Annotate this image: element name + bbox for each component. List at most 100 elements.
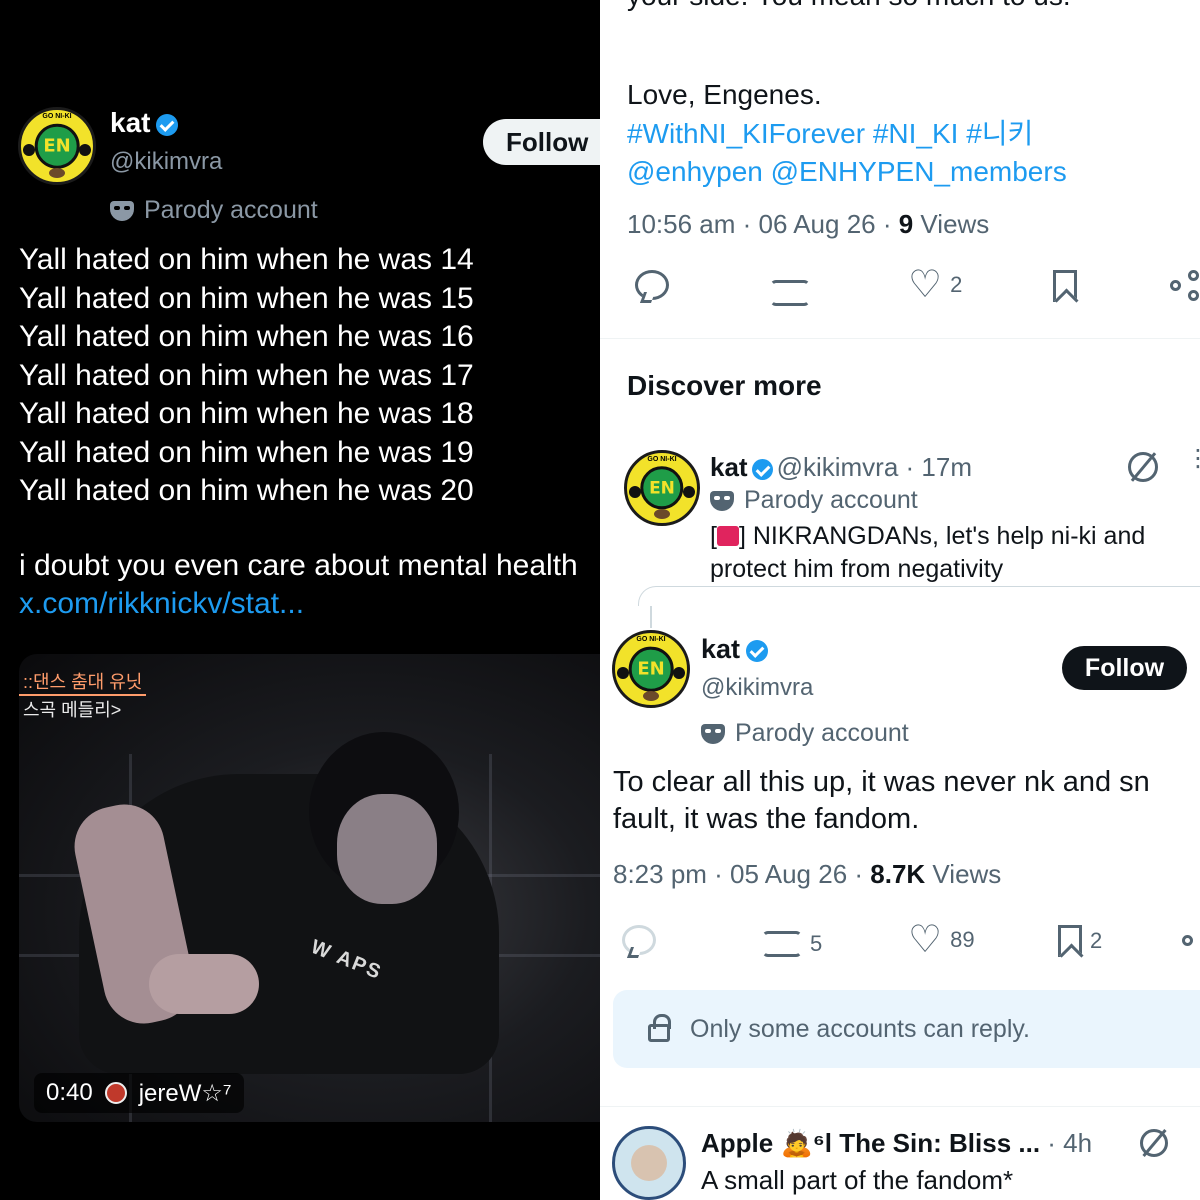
tweet-line: Yall hated on him when he was 20 (19, 474, 474, 507)
main-tweet-text: To clear all this up, it was never nk an… (613, 766, 1150, 835)
parody-mask-icon (110, 200, 134, 221)
author-name[interactable]: kat (110, 107, 179, 139)
video-person-hand (149, 954, 259, 1014)
share-dot (1170, 280, 1181, 291)
parody-label-text: Parody account (744, 486, 918, 514)
avatar-ear (617, 667, 629, 679)
left-screenshot-panel: GO NI-KI EN kat @kikimvra Follow Parody … (0, 0, 600, 1200)
retweet-icon (770, 280, 810, 306)
tweet-mentions[interactable]: @enhypen @ENHYPEN_members (627, 153, 1067, 192)
avatar-top-text: GO NI-KI (42, 113, 72, 120)
reply-button[interactable] (622, 925, 656, 955)
tweet-cut-text: your side. You mean so much to us. (627, 0, 1071, 14)
tweet-tail: i doubt you even care about mental healt… (19, 549, 578, 582)
quoted-card-edge (638, 586, 1200, 606)
retweet-count: 5 (810, 931, 823, 956)
parody-mask-icon (701, 723, 725, 744)
reply-time: · 4h (1040, 1128, 1093, 1158)
share-dot (1182, 935, 1193, 946)
avatar-mascot (654, 509, 670, 519)
verified-badge-icon (156, 113, 179, 136)
tweet-line: Yall hated on him when he was 15 (19, 281, 474, 315)
views-count: 9 (898, 209, 914, 239)
avatar-ear (629, 486, 641, 498)
tweet-timestamp[interactable]: 10:56 am · 06 Aug 26 · (627, 209, 899, 239)
reply-author-avatar[interactable] (612, 1126, 686, 1200)
reply-icon (622, 925, 656, 955)
share-button[interactable] (1170, 270, 1200, 301)
reply-restriction-notice: Only some accounts can reply. (613, 990, 1200, 1068)
video-player[interactable]: W APS ::댄스 춤대 유닛 스곡 메들리> 0:40 jereW☆⁷ (19, 654, 600, 1122)
bookmark-count: 2 (1090, 928, 1103, 953)
bookmark-button[interactable]: 2 (1058, 925, 1102, 957)
video-duration-overlay: 0:40 jereW☆⁷ (34, 1073, 244, 1113)
like-button[interactable]: ♡ 89 (908, 919, 975, 961)
video-duration: 0:40 (46, 1079, 93, 1106)
avatar-top-text: GO NI-KI (636, 636, 666, 643)
avatar-mascot (643, 691, 659, 701)
more-options-icon[interactable]: ⋮ (1186, 447, 1200, 471)
discover-parody-label: Parody account (710, 486, 918, 515)
uploader-avatar-icon (104, 1082, 127, 1104)
author-avatar[interactable]: GO NI-KI EN (18, 107, 96, 185)
main-tweet-meta: 8:23 pm · 05 Aug 26 · 8.7K Views (613, 859, 1001, 890)
retweet-button[interactable]: 5 (762, 931, 822, 957)
like-count: 89 (950, 927, 975, 952)
divider (600, 1106, 1200, 1107)
tweet-actions-bar: ♡ 2 (630, 264, 1200, 320)
siren-emoji-icon (716, 526, 739, 546)
tweet-line: Yall hated on him when he was 16 (19, 320, 474, 353)
discover-handle-time: @kikimvra · 17m (776, 452, 972, 482)
follow-button[interactable]: Follow (483, 119, 600, 165)
follow-button[interactable]: Follow (1062, 646, 1187, 690)
avatar-photo (631, 1145, 667, 1181)
main-author-name[interactable]: kat (701, 634, 769, 665)
not-interested-icon[interactable] (1128, 452, 1158, 482)
share-button[interactable] (1182, 925, 1200, 955)
share-icon (1182, 925, 1200, 955)
avatar-ear (673, 667, 685, 679)
tweet-hashtags[interactable]: #WithNI_KIForever #NI_KI #니키 (627, 115, 1067, 154)
main-author-handle[interactable]: @kikimvra (701, 674, 813, 702)
reply-author-line[interactable]: Apple 🙇⁶l The Sin: Bliss ... · 4h (701, 1128, 1200, 1159)
author-handle[interactable]: @kikimvra (110, 148, 222, 176)
tweet-link[interactable]: x.com/rikknickv/stat... (19, 587, 304, 620)
main-author-avatar[interactable]: GO NI-KI EN (612, 630, 690, 708)
discover-tweet-text[interactable]: [] NIKRANGDANs, let's help ni-ki and pro… (710, 520, 1190, 586)
share-icon (1170, 270, 1200, 301)
retweet-icon (762, 931, 802, 957)
tweet-tail-text: i doubt you even care about mental healt… (19, 547, 589, 623)
heart-icon: ♡ (908, 919, 943, 961)
not-interested-icon[interactable] (1140, 1129, 1168, 1157)
bookmark-icon (1058, 925, 1082, 957)
discover-author-avatar[interactable]: GO NI-KI EN (624, 450, 700, 526)
avatar-ear (683, 486, 695, 498)
reply-restriction-text: Only some accounts can reply. (690, 1014, 1030, 1043)
discover-author-name: kat (710, 452, 748, 482)
discover-more-heading: Discover more (627, 370, 822, 401)
tweet-timestamp[interactable]: 8:23 pm · 05 Aug 26 · (613, 859, 870, 889)
lock-icon (648, 1014, 671, 1042)
avatar-ear (23, 144, 35, 156)
bookmark-button[interactable] (1053, 270, 1077, 302)
main-parody-label: Parody account (701, 719, 909, 748)
parody-label: Parody account (110, 196, 318, 225)
heart-icon: ♡ (908, 264, 943, 306)
main-tweet-actions-bar: 5 ♡ 89 2 (620, 919, 1200, 969)
video-person-face (337, 794, 437, 904)
avatar-ear (79, 144, 91, 156)
tweet-body-lines: Yall hated on him when he was 14 Yall ha… (19, 241, 474, 511)
parody-label-text: Parody account (144, 196, 318, 224)
video-caption-line1: ::댄스 춤대 유닛 (19, 668, 147, 696)
discover-tweet-body: ] NIKRANGDANs, let's help ni-ki and prot… (710, 522, 1146, 583)
reply-button[interactable] (635, 270, 669, 300)
discover-author-line[interactable]: kat @kikimvra · 17m (710, 452, 972, 483)
tweet-signoff: Love, Engenes. (627, 79, 822, 110)
retweet-button[interactable] (770, 280, 810, 306)
right-screenshot-panel: your side. You mean so much to us. Love,… (600, 0, 1200, 1200)
share-dot (1188, 270, 1199, 281)
like-button[interactable]: ♡ 2 (908, 264, 962, 306)
reply-author-name: Apple 🙇⁶l The Sin: Bliss ... (701, 1128, 1041, 1158)
tweet-line: Yall hated on him when he was 18 (19, 397, 474, 430)
thread-connector (650, 606, 652, 628)
